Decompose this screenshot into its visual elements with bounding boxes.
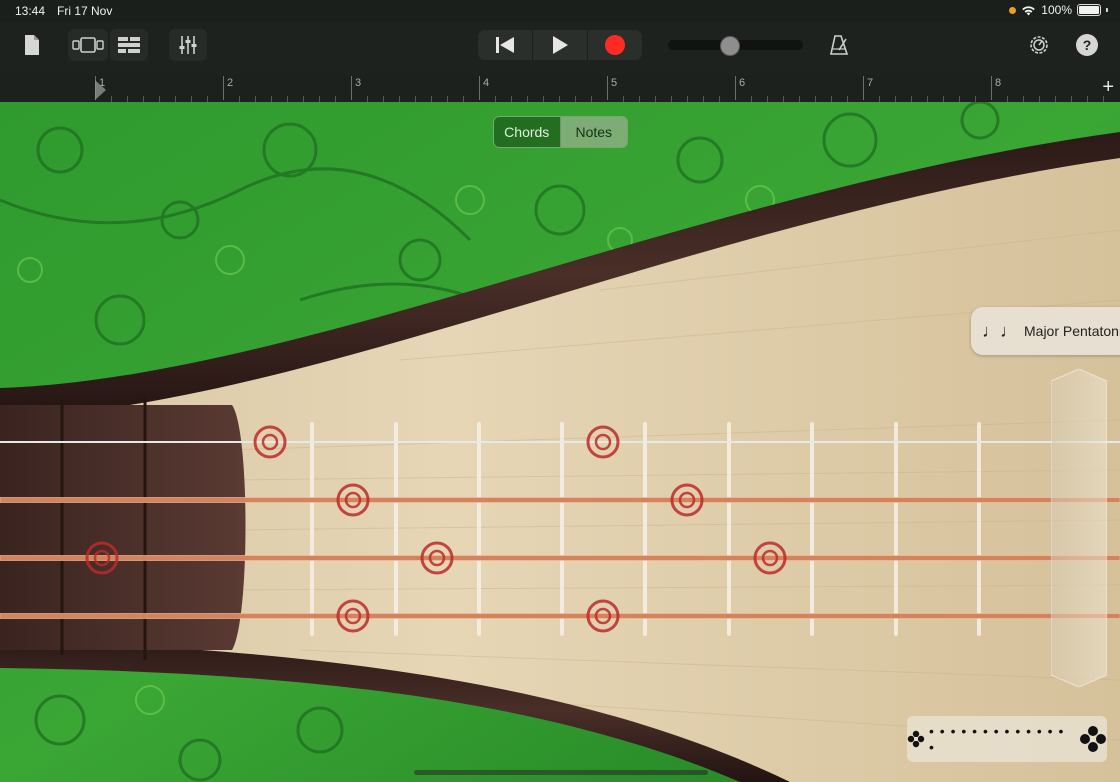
ruler-bar-number: 2: [227, 77, 234, 89]
ruler-bar-7: 7: [863, 76, 873, 100]
ruler-bar-number: 7: [867, 77, 874, 89]
ruler-bar-number: 8: [995, 77, 1002, 89]
master-volume-knob[interactable]: [719, 36, 740, 56]
vibrato-slider[interactable]: • • • • • • • • • • • • • •: [907, 716, 1107, 762]
music-notes-icon: ♩♩: [982, 320, 1018, 341]
metronome-button[interactable]: [826, 30, 852, 60]
ruler-bar-number: 6: [739, 77, 746, 89]
string-2[interactable]: [0, 497, 1120, 503]
status-bar: 13:44 Fri 17 Nov 100%: [0, 0, 1120, 22]
scale-button[interactable]: ♩♩ Major Pentatonic: [971, 307, 1120, 355]
ruler-bar-3: 3: [351, 76, 361, 100]
rewind-icon: [496, 37, 514, 53]
ruler-bar-number: 3: [355, 77, 362, 89]
transport-controls: [478, 30, 642, 60]
pipa-instrument: [0, 102, 1120, 782]
ruler-bar-8: 8: [991, 76, 1001, 100]
vibrato-track: • • • • • • • • • • • • • •: [928, 723, 1065, 755]
fret-1: [310, 422, 314, 636]
timeline-ruler[interactable]: 12345678 +: [0, 74, 1120, 103]
playhead-marker[interactable]: [94, 80, 108, 102]
ruler-bar-5: 5: [607, 76, 617, 100]
ruler-marks: 12345678: [95, 74, 1104, 102]
settings-gear-icon: [1030, 36, 1048, 54]
add-section-button[interactable]: +: [1102, 77, 1114, 97]
play-button[interactable]: [533, 30, 588, 60]
view-icon: [72, 37, 104, 53]
ruler-bar-number: 4: [483, 77, 490, 89]
battery-tip: [1106, 8, 1108, 12]
play-icon: [553, 36, 568, 54]
rewind-button[interactable]: [478, 30, 533, 60]
fretboard-scroll-strip[interactable]: [1051, 369, 1107, 687]
ruler-bar-number: 5: [611, 77, 618, 89]
string-3[interactable]: [0, 555, 1120, 561]
status-right: 100%: [1009, 3, 1108, 17]
my-songs-button[interactable]: [18, 30, 46, 60]
mic-indicator-dot: [1009, 6, 1017, 14]
help-button[interactable]: ?: [1076, 34, 1098, 56]
tracks-icon: [118, 37, 140, 53]
ruler-bar-4: 4: [479, 76, 489, 100]
fret-4: [560, 422, 564, 636]
battery-percent: 100%: [1041, 3, 1072, 17]
status-time: 13:44: [15, 4, 46, 18]
record-icon: [605, 35, 625, 55]
record-button[interactable]: [588, 30, 642, 60]
battery-icon: [1077, 4, 1101, 16]
string-4[interactable]: [0, 613, 1120, 619]
fret-3: [477, 422, 481, 636]
string-1[interactable]: [0, 441, 1120, 443]
mixer-button[interactable]: [169, 29, 207, 61]
status-date: Fri 17 Nov: [57, 4, 113, 18]
ruler-bar-6: 6: [735, 76, 745, 100]
browser-view-button[interactable]: [68, 29, 108, 61]
fret-2: [394, 422, 398, 636]
wifi-icon: [1022, 5, 1036, 15]
toolbar: ?: [0, 22, 1120, 74]
large-flower-icon: [1080, 726, 1107, 752]
instrument-svg: [0, 102, 1120, 782]
scale-label: Major Pentatonic: [1024, 323, 1120, 339]
fret-6: [727, 422, 731, 636]
ruler-bar-2: 2: [223, 76, 233, 100]
fret-9: [977, 422, 981, 636]
fret-7: [810, 422, 814, 636]
chords-option[interactable]: Chords: [494, 117, 561, 147]
tracks-view-button[interactable]: [110, 29, 148, 61]
chords-notes-switch: Chords Notes: [493, 116, 628, 148]
fret-8: [894, 422, 898, 636]
notes-option[interactable]: Notes: [560, 117, 627, 147]
settings-button[interactable]: [1026, 31, 1052, 59]
home-indicator: [414, 770, 708, 775]
mixer-icon: [179, 36, 197, 54]
small-flower-icon: [907, 730, 925, 748]
metronome-icon: [830, 35, 849, 55]
document-icon: [25, 35, 39, 55]
help-label: ?: [1082, 37, 1092, 53]
fret-5: [643, 422, 647, 636]
